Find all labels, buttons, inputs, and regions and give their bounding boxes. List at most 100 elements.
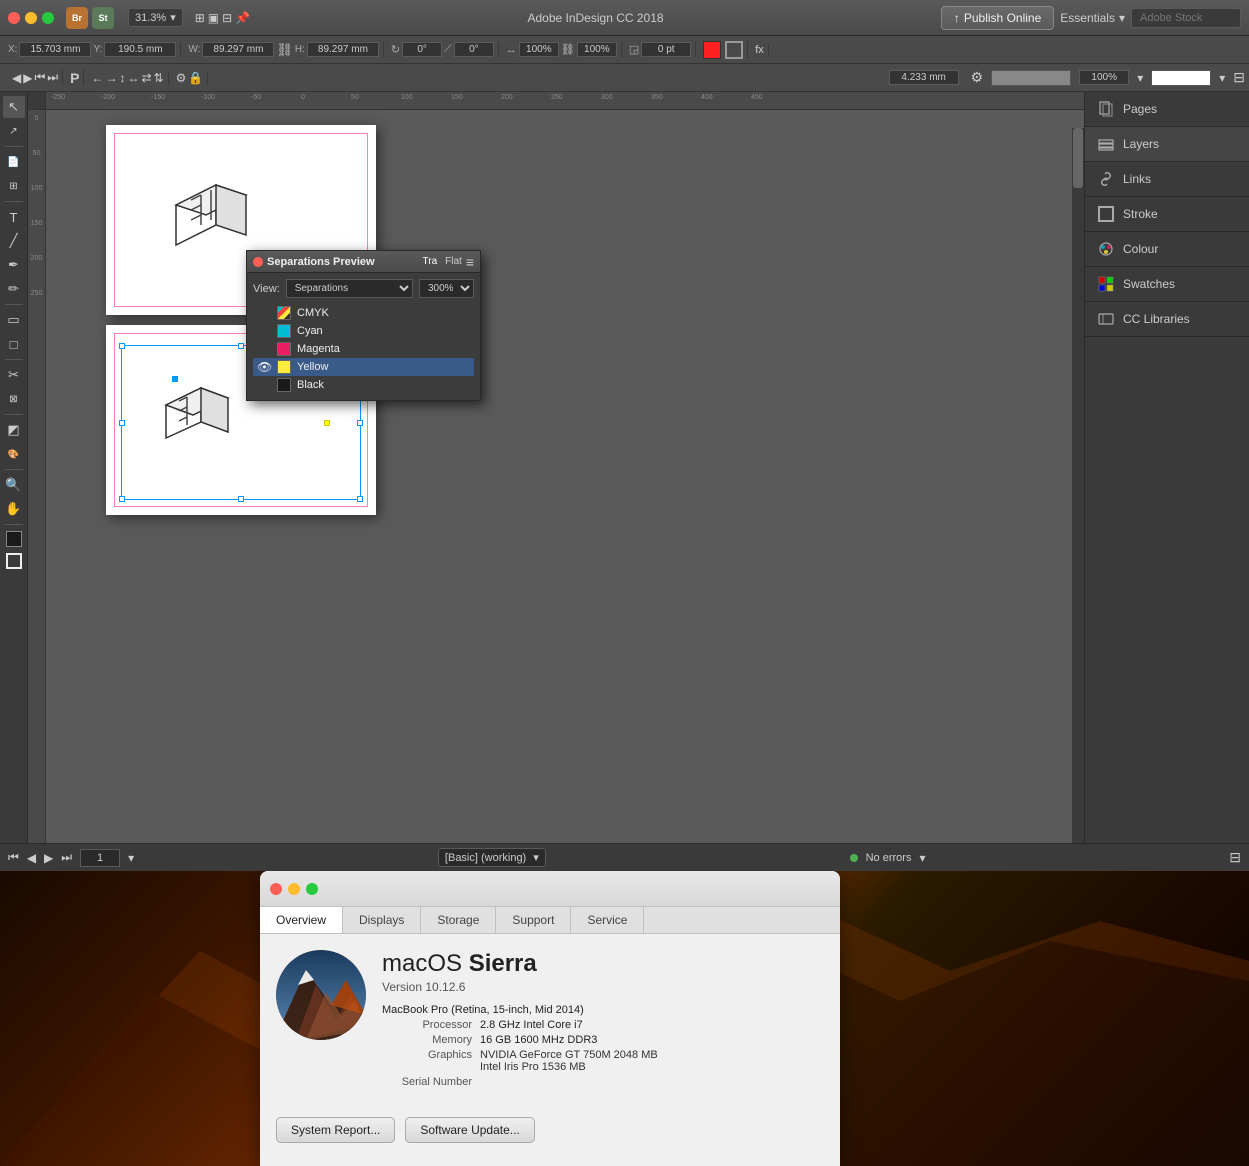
grid-icon[interactable]: ⊞	[195, 11, 205, 25]
fill-color[interactable]	[6, 531, 22, 547]
view-icon[interactable]: ▣	[208, 11, 219, 25]
line-tool[interactable]: ╱	[3, 230, 25, 252]
sep-row-cmyk[interactable]: CMYK	[253, 304, 474, 322]
gap-tool[interactable]: ⊞	[3, 175, 25, 197]
direct-select-tool[interactable]: ↗	[3, 120, 25, 142]
page-dropdown-icon[interactable]: ▾	[128, 851, 134, 865]
tab-tra[interactable]: Tra	[423, 256, 438, 267]
arrow1-icon[interactable]: ←	[91, 71, 103, 85]
sep-row-yellow[interactable]: 👁 Yellow	[253, 358, 474, 376]
tab-support[interactable]: Support	[496, 907, 571, 933]
opacity-input[interactable]	[1079, 70, 1129, 85]
layout-icon[interactable]: ⊟	[222, 11, 232, 25]
stroke-gradient-preview[interactable]	[991, 70, 1071, 86]
nav-first-icon[interactable]: ⏮	[8, 850, 19, 865]
arrow5-icon[interactable]: ⇄	[141, 71, 151, 85]
rpanel-pages[interactable]: Pages	[1085, 92, 1249, 127]
vertical-scrollbar[interactable]	[1072, 128, 1084, 843]
extra-input[interactable]	[889, 70, 959, 85]
pencil-tool[interactable]: ✏	[3, 278, 25, 300]
prev-icon[interactable]: ◀	[12, 71, 21, 85]
rpanel-stroke[interactable]: Stroke	[1085, 197, 1249, 232]
rect-frame-tool[interactable]: ▭	[3, 309, 25, 331]
lock-icon[interactable]: 🔒	[188, 71, 203, 85]
next-icon[interactable]: ▶	[23, 71, 32, 85]
settings2-icon[interactable]: ⚙	[971, 69, 984, 86]
panel-close-button[interactable]	[253, 257, 263, 267]
scrollbar-thumb[interactable]	[1073, 128, 1083, 188]
nav-prev-icon[interactable]: ◀	[27, 851, 36, 865]
arrow4-icon[interactable]: ↔	[127, 71, 139, 85]
arrow6-icon[interactable]: ⇅	[154, 71, 164, 85]
about-close-button[interactable]	[270, 883, 282, 895]
tab-overview[interactable]: Overview	[260, 907, 343, 933]
panel-toggle-icon[interactable]: ⊟	[1233, 69, 1245, 86]
select-tool[interactable]: ↖	[3, 96, 25, 118]
rect-tool[interactable]: □	[3, 333, 25, 355]
stock-icon[interactable]: St	[92, 7, 114, 29]
scale-w-input[interactable]	[519, 42, 559, 57]
minimize-button[interactable]	[25, 12, 37, 24]
stroke-preview[interactable]	[725, 41, 743, 59]
tab-flat[interactable]: Flat	[445, 256, 462, 267]
canvas-document[interactable]: Separations Preview Tra Flat ≡ View: Sep…	[46, 110, 1084, 843]
rpanel-cc-libraries[interactable]: CC Libraries	[1085, 302, 1249, 337]
view-select[interactable]: Separations	[286, 279, 413, 298]
rpanel-swatches[interactable]: Swatches	[1085, 267, 1249, 302]
pin-icon[interactable]: 📌	[235, 11, 250, 25]
tab-service[interactable]: Service	[571, 907, 644, 933]
fx-icon[interactable]: fx	[755, 44, 764, 56]
mode-selector[interactable]: [Basic] (working) ▾	[438, 848, 546, 867]
canvas-area[interactable]: -250 -200 -150 -100 -50 0 50 100 150 200…	[28, 92, 1084, 843]
scissors-tool[interactable]: ✂	[3, 364, 25, 386]
fill-preview[interactable]	[703, 41, 721, 59]
shear-input[interactable]	[454, 42, 494, 57]
nav-last-icon[interactable]: ⏭	[61, 850, 72, 865]
w-input[interactable]	[202, 42, 274, 57]
h-input[interactable]	[307, 42, 379, 57]
scale-h-input[interactable]	[577, 42, 617, 57]
errors-chevron-icon[interactable]: ▾	[919, 851, 925, 865]
tint-preview[interactable]	[1151, 70, 1211, 86]
stroke-color[interactable]	[6, 553, 22, 569]
bold-p-icon[interactable]: P	[70, 70, 79, 86]
rotate-input[interactable]	[402, 42, 442, 57]
last-icon[interactable]: ⏭	[47, 70, 58, 85]
sep-row-cyan[interactable]: Cyan	[253, 322, 474, 340]
pen-tool[interactable]: ✒	[3, 254, 25, 276]
about-minimize-button[interactable]	[288, 883, 300, 895]
gradient-tool[interactable]: ◩	[3, 419, 25, 441]
tab-displays[interactable]: Displays	[343, 907, 421, 933]
tab-storage[interactable]: Storage	[421, 907, 496, 933]
arrow2-icon[interactable]: →	[105, 71, 117, 85]
page-number-input[interactable]	[80, 849, 120, 867]
maximize-button[interactable]	[42, 12, 54, 24]
software-update-button[interactable]: Software Update...	[405, 1117, 534, 1143]
y-input[interactable]	[104, 42, 176, 57]
x-input[interactable]	[19, 42, 91, 57]
zoom-select[interactable]: 300%	[419, 279, 474, 298]
page-tool[interactable]: 📄	[3, 151, 25, 173]
settings-icon[interactable]: ⚙	[176, 71, 187, 85]
publish-online-button[interactable]: ↑ Publish Online	[941, 6, 1054, 30]
panel-menu-icon[interactable]: ≡	[466, 254, 474, 270]
sep-row-black[interactable]: Black	[253, 376, 474, 394]
nav-next-icon[interactable]: ▶	[44, 851, 53, 865]
layout-toggle-icon[interactable]: ⊟	[1229, 849, 1241, 866]
rpanel-links[interactable]: Links	[1085, 162, 1249, 197]
bridge-icon[interactable]: Br	[66, 7, 88, 29]
essentials-button[interactable]: Essentials ▾	[1060, 11, 1125, 25]
type-tool[interactable]: T	[3, 206, 25, 228]
about-maximize-button[interactable]	[306, 883, 318, 895]
rpanel-layers[interactable]: Layers	[1085, 127, 1249, 162]
close-button[interactable]	[8, 12, 20, 24]
hand-tool[interactable]: ✋	[3, 498, 25, 520]
zoom-control[interactable]: 31.3% ▾	[128, 8, 183, 27]
color-tool[interactable]: 🎨	[3, 443, 25, 465]
first-icon[interactable]: ⏮	[34, 70, 45, 85]
zoom-tool[interactable]: 🔍	[3, 474, 25, 496]
arrow3-icon[interactable]: ↕	[119, 71, 125, 85]
corner-input[interactable]	[641, 42, 691, 57]
sep-row-magenta[interactable]: Magenta	[253, 340, 474, 358]
system-report-button[interactable]: System Report...	[276, 1117, 395, 1143]
